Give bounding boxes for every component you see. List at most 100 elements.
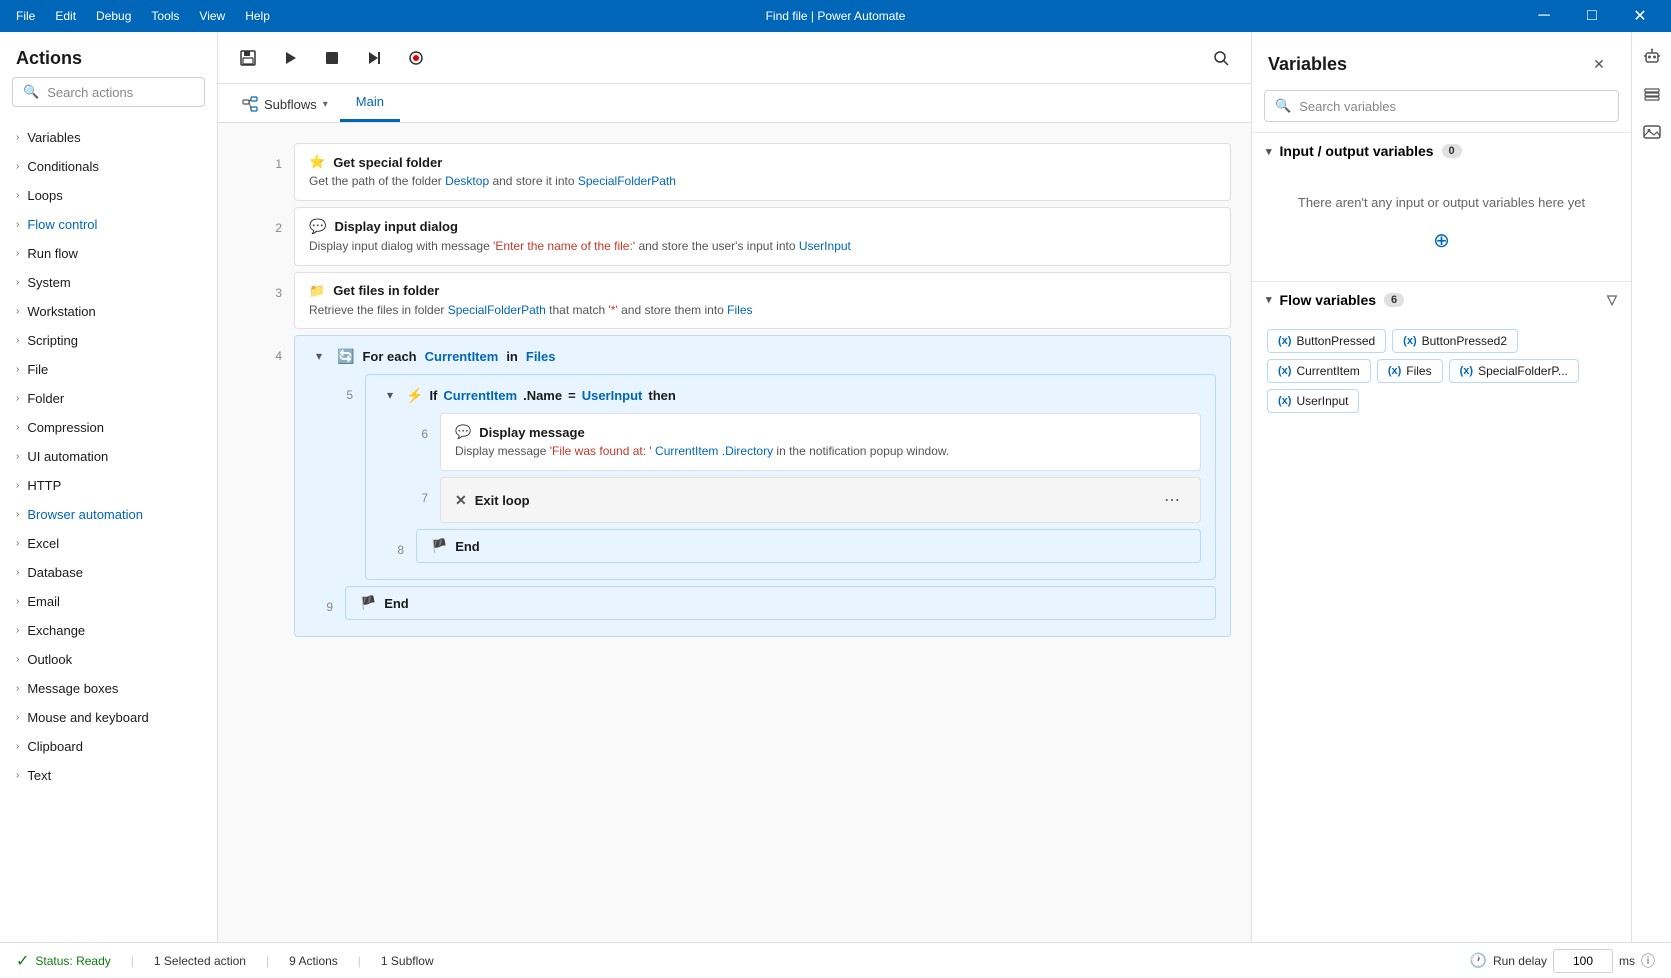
menu-view[interactable]: View — [191, 5, 233, 27]
foreach-title: ▾ 🔄 For each CurrentItem in Files — [309, 346, 1216, 366]
var-chip-currentitem[interactable]: (x) CurrentItem — [1267, 359, 1371, 383]
action-item-conditionals[interactable]: ›Conditionals — [0, 152, 217, 181]
var-chip-files[interactable]: (x) Files — [1377, 359, 1443, 383]
var-chip-icon: (x) — [1403, 335, 1416, 347]
menu-edit[interactable]: Edit — [47, 5, 84, 27]
statusbar: ✓ Status: Ready | 1 Selected action | 9 … — [0, 942, 1671, 978]
menu-bar[interactable]: File Edit Debug Tools View Help — [8, 5, 278, 27]
tabs-row: Subflows ▾ Main — [218, 84, 1251, 123]
foreach-var2: Files — [526, 349, 556, 364]
window-controls[interactable]: ─ □ ✕ — [1521, 0, 1663, 32]
io-variables-section: ▾ Input / output variables 0 There aren'… — [1252, 132, 1631, 281]
variables-close-button[interactable]: ✕ — [1583, 48, 1615, 80]
save-button[interactable] — [230, 40, 266, 76]
next-button[interactable] — [356, 40, 392, 76]
menu-tools[interactable]: Tools — [143, 5, 187, 27]
step-5-if: 5 ▾ ⚡ If CurrentItem .Name — [329, 374, 1216, 580]
action-item-mousekeyboard[interactable]: ›Mouse and keyboard — [0, 703, 217, 732]
maximize-button[interactable]: □ — [1569, 0, 1615, 32]
subflows-label: Subflows — [264, 97, 317, 112]
if-title: ▾ ⚡ If CurrentItem .Name = UserInput the… — [380, 385, 1201, 405]
var-chip-label: UserInput — [1296, 394, 1348, 408]
actions-count: 9 Actions — [289, 954, 338, 968]
var-chip-label: CurrentItem — [1296, 364, 1359, 378]
info-icon[interactable]: ⓘ — [1641, 951, 1655, 971]
action-item-email[interactable]: ›Email — [0, 587, 217, 616]
action-item-messageboxes[interactable]: ›Message boxes — [0, 674, 217, 703]
run-delay: 🕐 Run delay ms ⓘ — [1470, 949, 1655, 973]
end-card-if[interactable]: 🏴 End — [416, 529, 1201, 563]
step-card-3[interactable]: 📁 Get files in folder Retrieve the files… — [294, 272, 1231, 330]
action-item-uiautomation[interactable]: ›UI automation — [0, 442, 217, 471]
action-item-outlook[interactable]: ›Outlook — [0, 645, 217, 674]
exit-more-button[interactable]: ⋯ — [1158, 486, 1186, 514]
action-item-http[interactable]: ›HTTP — [0, 471, 217, 500]
canvas-search-button[interactable] — [1203, 40, 1239, 76]
x-icon: ✕ — [455, 492, 467, 509]
end-card-foreach[interactable]: 🏴 End — [345, 586, 1216, 620]
step-number-7: 7 — [404, 477, 440, 505]
action-item-system[interactable]: ›System — [0, 268, 217, 297]
actions-list: ›Variables ›Conditionals ›Loops ›Flow co… — [0, 119, 217, 942]
add-io-variable-button[interactable]: ⊕ — [1426, 225, 1458, 257]
step-card-1[interactable]: ⭐ Get special folder Get the path of the… — [294, 143, 1231, 201]
foreach-block[interactable]: ▾ 🔄 For each CurrentItem in Files 5 — [294, 335, 1231, 637]
action-item-workstation[interactable]: ›Workstation — [0, 297, 217, 326]
exit-card[interactable]: ✕ Exit loop ⋯ — [440, 477, 1201, 523]
run-delay-input[interactable] — [1553, 949, 1613, 973]
action-item-compression[interactable]: ›Compression — [0, 413, 217, 442]
menu-file[interactable]: File — [8, 5, 43, 27]
side-icon-layers[interactable] — [1636, 78, 1668, 110]
subflows-button[interactable]: Subflows ▾ — [230, 86, 340, 122]
record-button[interactable] — [398, 40, 434, 76]
action-item-text[interactable]: ›Text — [0, 761, 217, 790]
io-chevron-icon: ▾ — [1266, 145, 1272, 158]
variables-search-box[interactable]: 🔍 Search variables — [1264, 90, 1619, 122]
var-chip-buttonpressed2[interactable]: (x) ButtonPressed2 — [1392, 329, 1518, 353]
tab-main[interactable]: Main — [340, 84, 400, 122]
clock-icon: 🕐 — [1470, 952, 1487, 969]
foreach-label: For each — [362, 349, 416, 364]
action-item-flowcontrol[interactable]: ›Flow control — [0, 210, 217, 239]
action-item-browserautomation[interactable]: ›Browser automation — [0, 500, 217, 529]
minimize-button[interactable]: ─ — [1521, 0, 1567, 32]
side-icon-image[interactable] — [1636, 116, 1668, 148]
var-chip-specialfolder[interactable]: (x) SpecialFolderP... — [1449, 359, 1579, 383]
flow-vars-label: Flow variables — [1280, 292, 1376, 308]
step-card-6[interactable]: 💬 Display message Display message 'File … — [440, 413, 1201, 471]
close-button[interactable]: ✕ — [1617, 0, 1663, 32]
menu-help[interactable]: Help — [237, 5, 278, 27]
if-collapse-button[interactable]: ▾ — [380, 385, 400, 405]
action-item-file[interactable]: ›File — [0, 355, 217, 384]
foreach-collapse-button[interactable]: ▾ — [309, 346, 329, 366]
action-item-excel[interactable]: ›Excel — [0, 529, 217, 558]
step-2: 2 💬 Display input dialog Display input d… — [258, 207, 1231, 266]
run-button[interactable] — [272, 40, 308, 76]
action-item-database[interactable]: ›Database — [0, 558, 217, 587]
action-item-loops[interactable]: ›Loops — [0, 181, 217, 210]
action-item-folder[interactable]: ›Folder — [0, 384, 217, 413]
foreach-in: in — [506, 349, 518, 364]
action-item-scripting[interactable]: ›Scripting — [0, 326, 217, 355]
folder-icon: 📁 — [309, 283, 325, 299]
if-block[interactable]: ▾ ⚡ If CurrentItem .Name = UserInput the… — [365, 374, 1216, 580]
menu-debug[interactable]: Debug — [88, 5, 139, 27]
stop-button[interactable] — [314, 40, 350, 76]
if-op: = — [568, 388, 576, 403]
flow-section-header[interactable]: ▾ Flow variables 6 ▽ — [1252, 282, 1631, 318]
var-chip-buttonpressed[interactable]: (x) ButtonPressed — [1267, 329, 1386, 353]
io-section-header[interactable]: ▾ Input / output variables 0 — [1252, 133, 1631, 169]
action-item-variables[interactable]: ›Variables — [0, 123, 217, 152]
step-card-2[interactable]: 💬 Display input dialog Display input dia… — [294, 207, 1231, 266]
variables-panel: Variables ✕ 🔍 Search variables ▾ Input /… — [1251, 32, 1631, 942]
action-item-runflow[interactable]: ›Run flow — [0, 239, 217, 268]
subflows-chevron-icon: ▾ — [323, 99, 328, 110]
action-item-exchange[interactable]: ›Exchange — [0, 616, 217, 645]
side-icon-robot[interactable] — [1636, 40, 1668, 72]
step-desc-3: Retrieve the files in folder SpecialFold… — [309, 302, 1216, 319]
step-number-9: 9 — [309, 586, 345, 614]
actions-search-box[interactable]: 🔍 Search actions — [12, 77, 205, 107]
step-desc-6: Display message 'File was found at: ' Cu… — [455, 443, 1186, 460]
var-chip-userinput[interactable]: (x) UserInput — [1267, 389, 1359, 413]
action-item-clipboard[interactable]: ›Clipboard — [0, 732, 217, 761]
